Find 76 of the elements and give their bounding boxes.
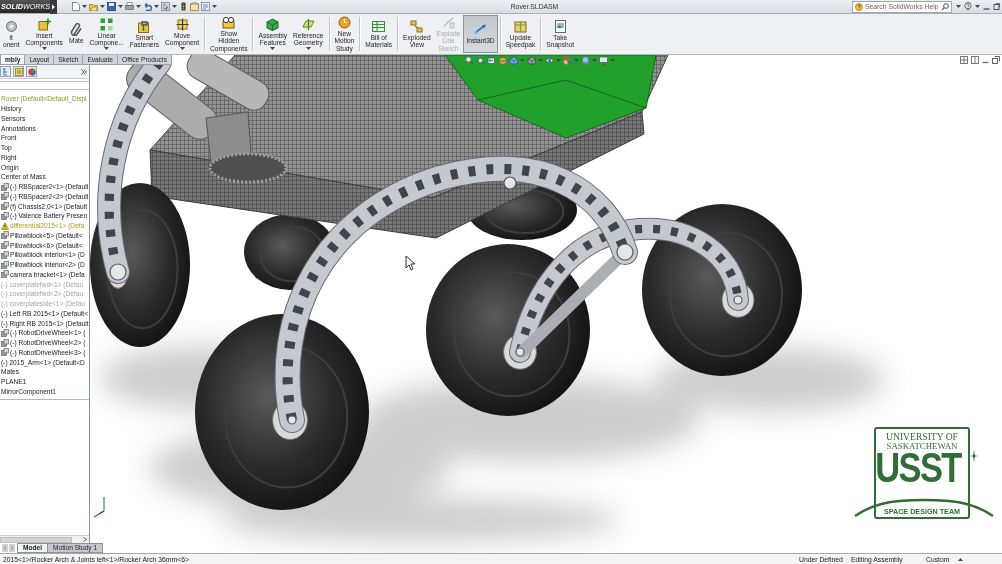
panel-tab[interactable]	[0, 66, 11, 77]
table-icon	[372, 19, 386, 33]
display-ball-icon	[27, 67, 36, 76]
restore-icon[interactable]	[993, 3, 1000, 10]
section-view-icon[interactable]	[498, 55, 507, 65]
expand-arrow-icon[interactable]	[50, 0, 57, 14]
traffic-light-icon[interactable]	[179, 2, 188, 11]
exploded-parts-icon	[410, 19, 424, 33]
caret-icon[interactable]	[154, 5, 159, 8]
axis-triad-icon	[93, 496, 105, 518]
warning-icon	[1, 221, 9, 230]
filter-field[interactable]	[0, 81, 89, 90]
print-icon[interactable]	[125, 2, 134, 11]
caret-icon[interactable]	[118, 5, 123, 8]
clock-icon	[337, 16, 351, 30]
caret-icon[interactable]	[212, 5, 217, 8]
restore-icon[interactable]	[992, 56, 1000, 64]
view-settings-icon[interactable]	[599, 55, 608, 65]
caret-icon[interactable]	[305, 47, 311, 51]
scene-icon[interactable]	[581, 55, 590, 65]
undo-icon[interactable]	[143, 2, 152, 11]
save-icon[interactable]	[107, 2, 116, 11]
package-icon	[514, 19, 527, 33]
caret-icon[interactable]	[179, 47, 185, 51]
arrow-handle-icon	[474, 23, 487, 37]
logo-wordmark: USST	[875, 450, 961, 487]
plane-icon	[301, 17, 315, 31]
bolt-box-icon	[137, 19, 151, 33]
pivot-bolt	[287, 415, 297, 425]
panel-tab[interactable]	[13, 66, 24, 77]
pivot-bolt	[733, 295, 743, 305]
sketch-line-icon	[442, 16, 455, 30]
logo-text: UNIVERSITY OF	[886, 432, 958, 442]
pivot-bolt	[109, 263, 127, 281]
glasses-icon	[222, 16, 236, 30]
move-arrows-icon	[175, 17, 189, 31]
help-icon[interactable]	[964, 2, 972, 11]
caret-icon[interactable]	[100, 5, 105, 8]
paperclip-icon	[69, 23, 83, 37]
caret-icon[interactable]	[172, 5, 177, 8]
appearance-icon[interactable]	[563, 55, 572, 65]
display-style-icon[interactable]	[527, 55, 536, 65]
scroll-right-icon[interactable]	[83, 537, 87, 542]
caret-icon[interactable]	[104, 47, 110, 51]
zoom-fit-icon[interactable]	[465, 55, 474, 65]
tree-view-icon	[1, 67, 10, 76]
gear-part-icon	[4, 19, 18, 33]
caret-up-icon[interactable]	[958, 557, 963, 561]
pivot-bolt	[503, 176, 517, 190]
new-document-icon[interactable]	[71, 2, 80, 11]
view-orientation-icon[interactable]	[509, 55, 518, 65]
box-plus-icon	[37, 17, 51, 31]
panel-tab[interactable]	[26, 66, 37, 77]
property-list-icon	[14, 67, 23, 76]
hide-show-icon[interactable]	[545, 55, 554, 65]
pattern-icon	[100, 17, 114, 31]
caret-icon[interactable]	[136, 5, 141, 8]
logo-text: SASKATCHEWAN	[886, 441, 958, 451]
help-icon	[855, 2, 863, 11]
zoom-area-icon[interactable]	[476, 55, 485, 65]
caret-icon[interactable]	[956, 5, 961, 8]
caret-icon[interactable]	[82, 5, 87, 8]
pivot-bolt	[515, 347, 525, 357]
scrollbar-thumb[interactable]	[0, 536, 72, 543]
double-chevron-icon[interactable]	[81, 68, 87, 75]
cube-icon	[266, 17, 280, 31]
pivot-bolt	[616, 243, 634, 261]
snapshot-icon	[553, 19, 567, 33]
split-view-icon[interactable]	[960, 56, 968, 64]
search-icon[interactable]	[941, 2, 949, 11]
split-view-icon[interactable]	[971, 56, 979, 64]
previous-view-icon[interactable]	[487, 55, 496, 65]
cursor-icon	[405, 255, 416, 271]
caret-icon[interactable]	[41, 47, 47, 51]
caret-icon[interactable]	[270, 47, 276, 51]
caret-icon[interactable]	[975, 5, 980, 8]
